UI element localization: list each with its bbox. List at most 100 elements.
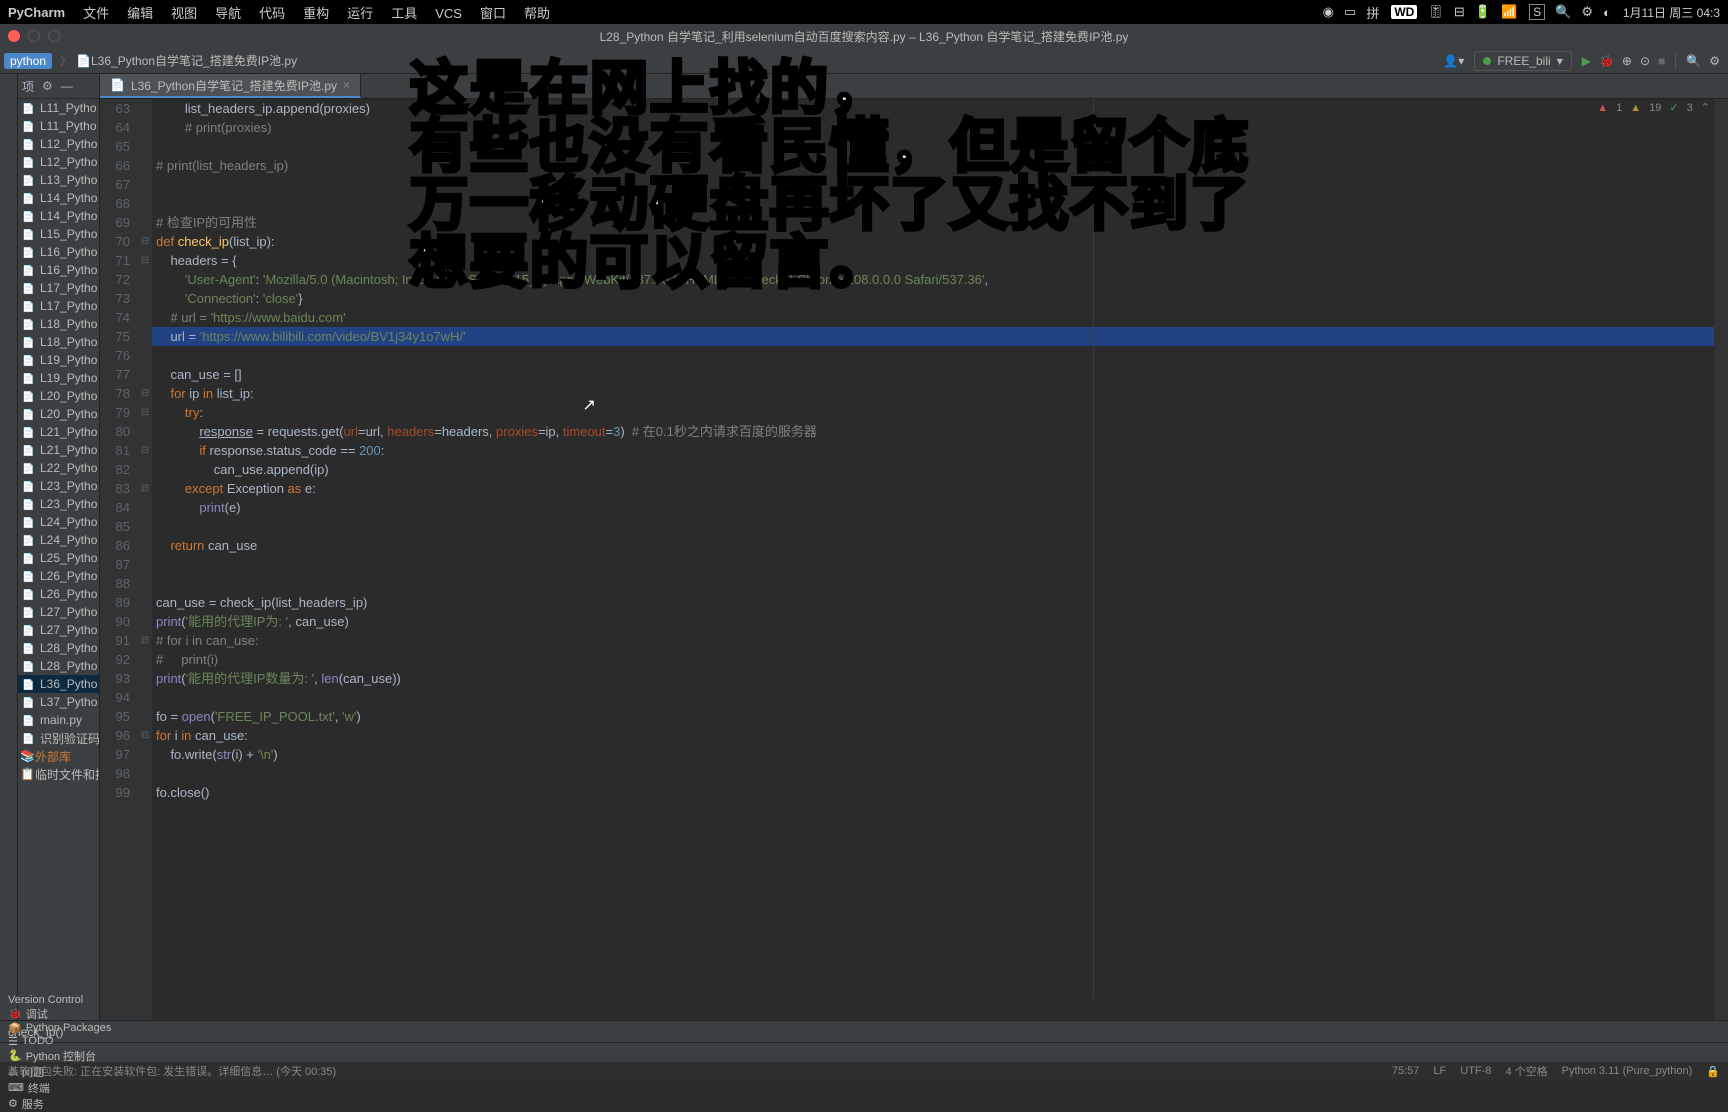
menu-item[interactable]: 视图 (171, 6, 197, 21)
file-encoding[interactable]: UTF-8 (1460, 1065, 1491, 1077)
tree-file-item[interactable]: L18_Pytho (18, 333, 99, 351)
tree-file-item[interactable]: L17_Pytho (18, 297, 99, 315)
control-center-icon[interactable]: ⚙ (1581, 4, 1593, 20)
tree-file-item[interactable]: L22_Pytho (18, 459, 99, 477)
tree-file-item[interactable]: L19_Pytho (18, 351, 99, 369)
code-line[interactable] (152, 555, 1714, 574)
tree-file-item[interactable]: L28_Pytho (18, 639, 99, 657)
tree-file-item[interactable]: L24_Pytho (18, 531, 99, 549)
tree-file-item[interactable]: L26_Pytho (18, 585, 99, 603)
minimize-window-icon[interactable] (28, 30, 40, 42)
code-line[interactable] (152, 574, 1714, 593)
tree-file-item[interactable]: L23_Pytho (18, 495, 99, 513)
code-line[interactable] (152, 688, 1714, 707)
search-icon[interactable]: 🔍 (1555, 4, 1571, 20)
screen-icon[interactable]: ▭ (1344, 4, 1356, 20)
code-editor[interactable]: 6364656667686970717273747576777879808182… (100, 99, 1728, 1020)
tree-file-item[interactable]: L16_Pytho (18, 243, 99, 261)
run-button[interactable]: ▶ (1582, 54, 1591, 68)
tool-window-button[interactable]: 📦Python Packages (8, 1022, 111, 1035)
siri-icon[interactable]: ◐ (1603, 5, 1611, 20)
battery-icon[interactable]: 🔋 (1475, 4, 1491, 20)
cn-input-icon[interactable]: 拼 (1366, 3, 1379, 22)
code-line[interactable]: can_use = check_ip(list_headers_ip) (152, 593, 1714, 612)
close-window-icon[interactable] (8, 30, 20, 42)
indent-settings[interactable]: 4 个空格 (1505, 1063, 1547, 1079)
code-line[interactable] (152, 764, 1714, 783)
tree-file-item[interactable]: L23_Pytho (18, 477, 99, 495)
scratches[interactable]: 📋临时文件和控 (18, 765, 99, 783)
code-line[interactable]: response = requests.get(url=url, headers… (152, 422, 1714, 441)
tree-file-item[interactable]: L27_Pytho (18, 621, 99, 639)
tree-file-item[interactable]: L14_Pytho (18, 189, 99, 207)
maximize-window-icon[interactable] (48, 30, 60, 42)
add-user-icon[interactable]: 👤▾ (1443, 54, 1464, 68)
run-configuration-selector[interactable]: FREE_bili ▾ (1474, 51, 1571, 71)
debug-button[interactable]: 🐞 (1599, 54, 1614, 68)
menu-item[interactable]: VCS (435, 6, 462, 21)
line-separator[interactable]: LF (1433, 1065, 1446, 1077)
code-line[interactable]: can_use = [] (152, 365, 1714, 384)
code-line[interactable]: print('能用的代理IP数量为: ', len(can_use)) (152, 669, 1714, 688)
code-line[interactable] (152, 137, 1714, 156)
tool-window-button[interactable]: 🐍Python 控制台 (8, 1048, 111, 1064)
code-line[interactable]: def check_ip(list_ip): (152, 232, 1714, 251)
tree-file-item[interactable]: L11_Pytho (18, 117, 99, 135)
code-line[interactable]: 'User-Agent': 'Mozilla/5.0 (Macintosh; I… (152, 270, 1714, 289)
external-libraries[interactable]: 📚外部库 (18, 747, 99, 765)
menu-item[interactable]: 文件 (83, 6, 109, 21)
editor-tab[interactable]: 📄 L36_Python自学笔记_搭建免费IP池.py × (100, 74, 361, 98)
tree-file-item[interactable]: 识别验证码 (18, 729, 99, 747)
tree-file-item[interactable]: L26_Pytho (18, 567, 99, 585)
wifi-icon[interactable]: 📶 (1501, 4, 1517, 20)
error-stripe[interactable] (1714, 99, 1728, 1020)
code-line[interactable]: # print(i) (152, 650, 1714, 669)
code-line[interactable] (152, 346, 1714, 365)
tree-file-item[interactable]: L37_Pytho (18, 693, 99, 711)
collapse-icon[interactable]: — (61, 79, 73, 93)
code-line[interactable]: fo.write(str(i) + '\n') (152, 745, 1714, 764)
breadcrumb-root[interactable]: python (4, 53, 52, 69)
tool-window-button[interactable]: ☰TODO (8, 1035, 111, 1048)
clock[interactable]: 1月11日 周三 04:3 (1623, 4, 1720, 21)
chevron-up-down-icon[interactable]: ⌃ (1701, 101, 1710, 114)
stop-button[interactable]: ■ (1658, 54, 1665, 68)
tree-file-item[interactable]: L12_Pytho (18, 135, 99, 153)
menu-item[interactable]: 重构 (303, 6, 329, 21)
tool-window-button[interactable]: Version Control (8, 994, 111, 1006)
code-line[interactable]: can_use.append(ip) (152, 460, 1714, 479)
profile-button[interactable]: ⊙ (1640, 54, 1650, 68)
code-line[interactable] (152, 175, 1714, 194)
s-badge[interactable]: S (1529, 4, 1545, 20)
wd-badge[interactable]: WD (1391, 5, 1417, 19)
tree-file-item[interactable]: L27_Pytho (18, 603, 99, 621)
status-message[interactable]: 装软件包失败: 正在安装软件包: 发生错误。详细信息… (今天 00:35) (8, 1063, 336, 1079)
fold-gutter[interactable]: ⊟⊟⊟⊟⊟⊟⊟⊟ (138, 99, 152, 1020)
code-line[interactable]: fo.close() (152, 783, 1714, 802)
tree-file-item[interactable]: L20_Pytho (18, 405, 99, 423)
tree-file-item[interactable]: L17_Pytho (18, 279, 99, 297)
search-everywhere-icon[interactable]: 🔍 (1686, 54, 1701, 68)
code-line[interactable]: try: (152, 403, 1714, 422)
tree-file-item[interactable]: L13_Pytho (18, 171, 99, 189)
menu-item[interactable]: 导航 (215, 6, 241, 21)
tool-window-button[interactable]: ⚙服务 (8, 1096, 111, 1112)
project-tree-header[interactable]: 项 ⚙ — (18, 74, 99, 99)
tree-file-item[interactable]: L19_Pytho (18, 369, 99, 387)
tree-file-item[interactable]: L28_Pytho (18, 657, 99, 675)
editor-breadcrumbs[interactable]: check_ip() (0, 1020, 1728, 1042)
tree-file-item[interactable]: L21_Pytho (18, 423, 99, 441)
line-number-gutter[interactable]: 6364656667686970717273747576777879808182… (100, 99, 138, 1020)
tree-file-item[interactable]: L36_Pytho (18, 675, 99, 693)
disk-icon[interactable]: ⊟ (1454, 4, 1465, 20)
tree-file-item[interactable]: L24_Pytho (18, 513, 99, 531)
code-line[interactable]: # url = 'https://www.baidu.com' (152, 308, 1714, 327)
tree-file-item[interactable]: L18_Pytho (18, 315, 99, 333)
tree-file-item[interactable]: L12_Pytho (18, 153, 99, 171)
tool-window-button[interactable]: ⌨终端 (8, 1080, 111, 1096)
run-coverage-button[interactable]: ⊕ (1622, 54, 1632, 68)
code-line[interactable]: list_headers_ip.append(proxies) (152, 99, 1714, 118)
traffic-lights[interactable] (8, 30, 60, 42)
tuning-icon[interactable]: 🎚 (1427, 4, 1444, 20)
tree-file-item[interactable]: L14_Pytho (18, 207, 99, 225)
